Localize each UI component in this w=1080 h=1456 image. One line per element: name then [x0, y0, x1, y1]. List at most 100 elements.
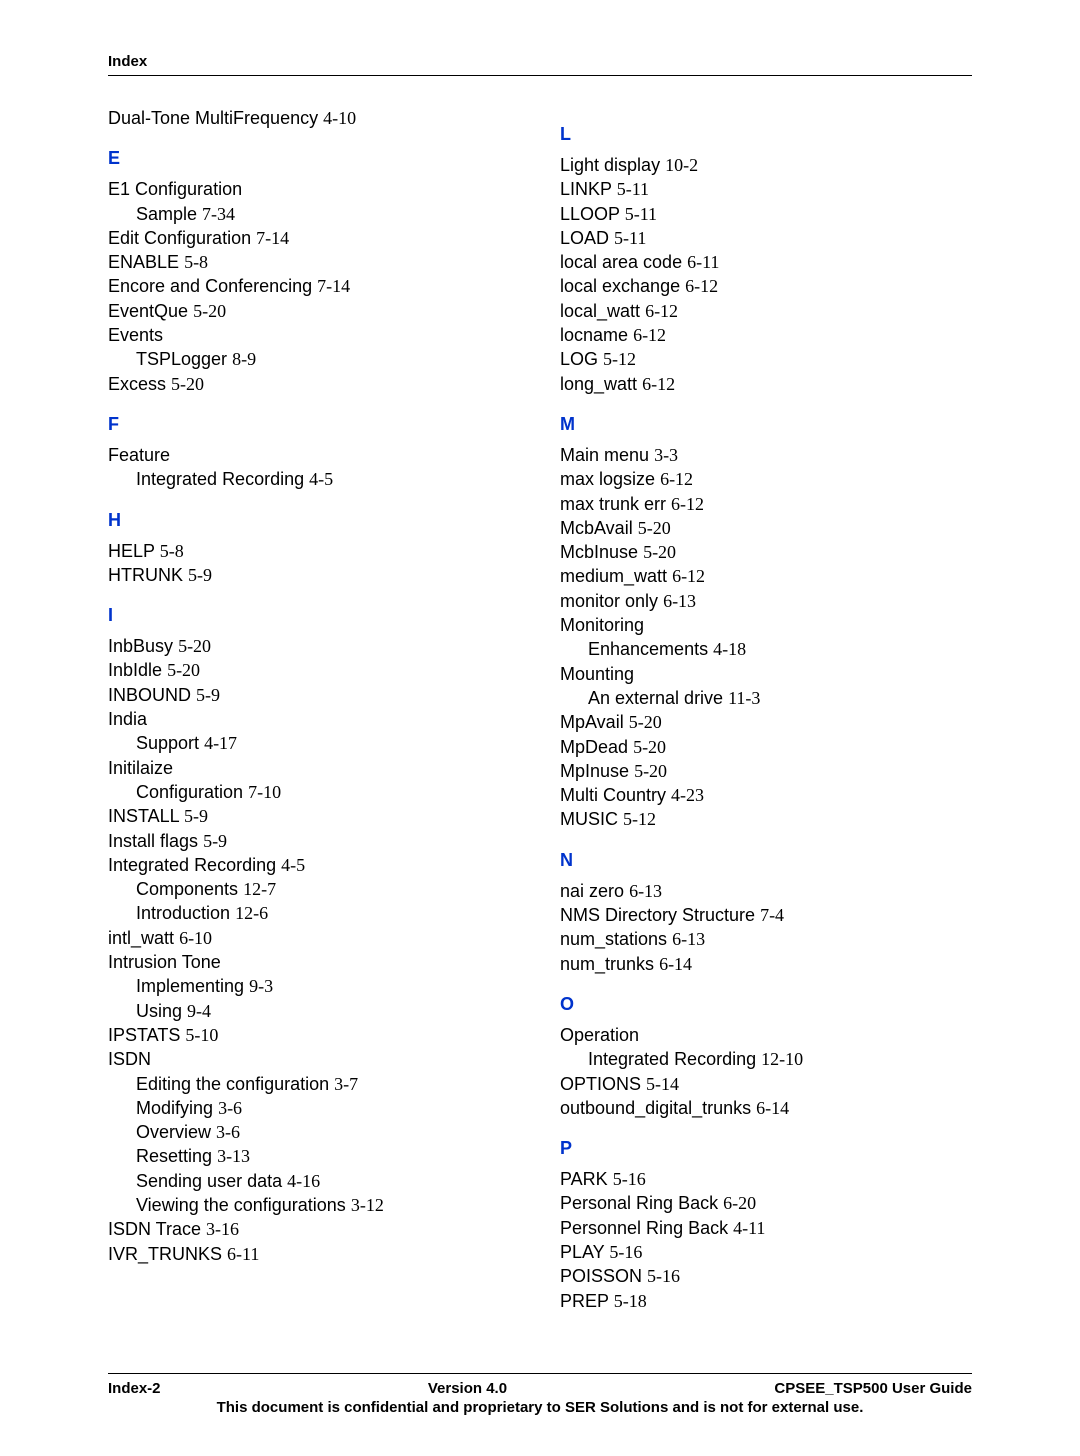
entry-text: Enhancements: [588, 639, 708, 659]
entry-text: McbAvail: [560, 518, 633, 538]
index-entry: local area code 6-11: [560, 250, 972, 274]
index-entry: Multi Country 4-23: [560, 783, 972, 807]
entry-page-ref: 5-10: [185, 1025, 218, 1045]
entry-text: Multi Country: [560, 785, 666, 805]
index-letter: I: [108, 605, 520, 626]
index-letter: P: [560, 1138, 972, 1159]
entry-text: Intrusion Tone: [108, 952, 221, 972]
index-entry: Edit Configuration 7-14: [108, 226, 520, 250]
entry-text: Excess: [108, 374, 166, 394]
entry-text: local_watt: [560, 301, 640, 321]
entry-page-ref: 3-16: [206, 1219, 239, 1239]
index-entry: intl_watt 6-10: [108, 926, 520, 950]
index-column-right: LLight display 10-2LINKP 5-11LLOOP 5-11L…: [560, 106, 972, 1313]
entry-text: outbound_digital_trunks: [560, 1098, 751, 1118]
entry-text: Using: [136, 1001, 182, 1021]
index-entry: An external drive 11-3: [560, 686, 972, 710]
index-entry: Monitoring: [560, 613, 972, 637]
index-entry: LOG 5-12: [560, 347, 972, 371]
entry-page-ref: 9-3: [249, 976, 273, 996]
index-entry: long_watt 6-12: [560, 372, 972, 396]
index-letter: O: [560, 994, 972, 1015]
index-entry: Support 4-17: [108, 731, 520, 755]
entry-text: Viewing the configurations: [136, 1195, 346, 1215]
index-entry: Main menu 3-3: [560, 443, 972, 467]
index-entry: Intrusion Tone: [108, 950, 520, 974]
entry-page-ref: 5-16: [613, 1169, 646, 1189]
index-columns: Dual-Tone MultiFrequency 4-10 E E1 Configu…: [108, 106, 972, 1313]
entry-text: INBOUND: [108, 685, 191, 705]
entry-text: Dual-Tone MultiFrequency: [108, 108, 318, 128]
page-header: Index: [108, 50, 972, 76]
entry-page-ref: 5-16: [647, 1266, 680, 1286]
entry-page-ref: 4-17: [204, 733, 237, 753]
entry-text: Support: [136, 733, 199, 753]
entry-text: Events: [108, 325, 163, 345]
footer-left: Index-2: [108, 1380, 161, 1397]
entry-page-ref: 3-12: [351, 1195, 384, 1215]
entry-page-ref: 11-3: [728, 688, 760, 708]
index-letter: E: [108, 148, 520, 169]
index-entry: InbIdle 5-20: [108, 658, 520, 682]
footer-line-1: Index-2 Version 4.0 CPSEE_TSP500 User Gu…: [108, 1380, 972, 1397]
entry-page-ref: 5-14: [646, 1074, 679, 1094]
entry-page-ref: 7-4: [760, 905, 784, 925]
entry-page-ref: 4-10: [323, 108, 356, 128]
entry-text: India: [108, 709, 147, 729]
entry-text: MpDead: [560, 737, 628, 757]
entry-text: Overview: [136, 1122, 211, 1142]
entry-text: Integrated Recording: [108, 855, 276, 875]
entry-text: Components: [136, 879, 238, 899]
entry-page-ref: 6-13: [663, 591, 696, 611]
entry-page-ref: 5-8: [160, 541, 184, 561]
index-letter: N: [560, 850, 972, 871]
entry-text: num_stations: [560, 929, 667, 949]
entry-page-ref: 3-6: [218, 1098, 242, 1118]
entry-page-ref: 5-9: [196, 685, 220, 705]
entry-page-ref: 6-20: [723, 1193, 756, 1213]
index-entry: Resetting 3-13: [108, 1144, 520, 1168]
index-entry: Operation: [560, 1023, 972, 1047]
index-entry: IPSTATS 5-10: [108, 1023, 520, 1047]
entry-text: long_watt: [560, 374, 637, 394]
entry-page-ref: 12-6: [235, 903, 268, 923]
entry-page-ref: 5-11: [625, 204, 657, 224]
entry-page-ref: 6-12: [660, 469, 693, 489]
index-entry: Integrated Recording 12-10: [560, 1047, 972, 1071]
entry-text: MUSIC: [560, 809, 618, 829]
entry-text: HTRUNK: [108, 565, 183, 585]
entry-page-ref: 5-20: [178, 636, 211, 656]
entry-text: Personnel Ring Back: [560, 1218, 728, 1238]
index-entry: HELP 5-8: [108, 539, 520, 563]
index-entry: medium_watt 6-12: [560, 564, 972, 588]
index-entry: max logsize 6-12: [560, 467, 972, 491]
entry-page-ref: 4-18: [713, 639, 746, 659]
entry-text: ISDN: [108, 1049, 151, 1069]
entry-page-ref: 4-16: [287, 1171, 320, 1191]
header-title: Index: [108, 53, 147, 70]
entry-page-ref: 6-10: [179, 928, 212, 948]
entry-page-ref: 5-12: [603, 349, 636, 369]
index-entry: MpAvail 5-20: [560, 710, 972, 734]
index-entry: Dual-Tone MultiFrequency 4-10: [108, 106, 520, 130]
entry-text: McbInuse: [560, 542, 638, 562]
index-entry: max trunk err 6-12: [560, 492, 972, 516]
entry-text: Initilaize: [108, 758, 173, 778]
entry-text: LOAD: [560, 228, 609, 248]
entry-text: Sending user data: [136, 1171, 282, 1191]
entry-page-ref: 5-9: [188, 565, 212, 585]
entry-text: InbBusy: [108, 636, 173, 656]
entry-page-ref: 4-23: [671, 785, 704, 805]
entry-text: Integrated Recording: [136, 469, 304, 489]
index-entry: PREP 5-18: [560, 1289, 972, 1313]
index-entry: E1 Configuration: [108, 177, 520, 201]
index-entry: Sending user data 4-16: [108, 1169, 520, 1193]
page-footer: Index-2 Version 4.0 CPSEE_TSP500 User Gu…: [108, 1373, 972, 1416]
entry-text: INSTALL: [108, 806, 179, 826]
index-entry: ISDN: [108, 1047, 520, 1071]
index-entry: Excess 5-20: [108, 372, 520, 396]
entry-page-ref: 7-14: [317, 276, 350, 296]
entry-text: Personal Ring Back: [560, 1193, 718, 1213]
entry-text: PARK: [560, 1169, 608, 1189]
index-entry: Sample 7-34: [108, 202, 520, 226]
